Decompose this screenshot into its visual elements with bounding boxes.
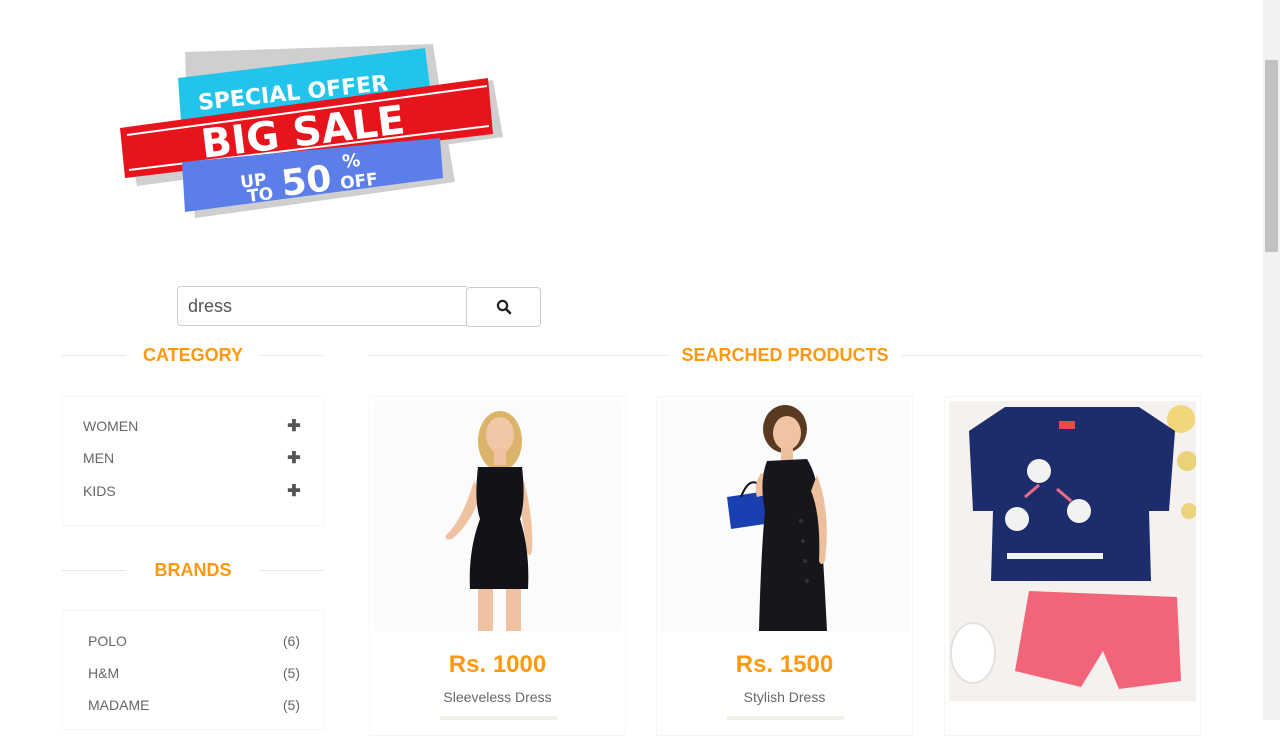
search-icon — [496, 299, 511, 315]
category-title: CATEGORY — [142, 345, 243, 365]
banner-percent-sign: % — [341, 150, 361, 173]
products-title-line-right — [902, 355, 1202, 356]
plus-icon[interactable]: ✚ — [287, 416, 301, 436]
category-title-line-left — [62, 355, 126, 356]
products-title-line-left — [369, 355, 669, 356]
product-card[interactable]: Rs. 1000 Sleeveless Dress — [369, 396, 626, 736]
product-image-sleeveless-dress[interactable] — [374, 401, 621, 631]
banner-to: TO — [246, 184, 274, 207]
add-to-cart-button[interactable] — [727, 716, 844, 720]
brands-title-line-right — [259, 570, 323, 571]
banner-percent-value: 50 — [279, 158, 334, 205]
product-card[interactable]: Rs. 1500 Stylish Dress — [656, 396, 913, 736]
sale-banner-graphic: SPECIAL OFFER BIG SALE UP TO 50 % OFF — [120, 44, 503, 218]
product-price: Rs. 1000 — [448, 651, 547, 678]
products-title: SEARCHED PRODUCTS — [681, 345, 889, 365]
category-item-kids[interactable]: KIDS ✚ — [83, 481, 301, 501]
search-input[interactable] — [177, 286, 467, 326]
brands-panel: POLO (6) H&M (5) MADAME (5) — [62, 610, 324, 730]
brands-title: BRANDS — [154, 560, 232, 580]
product-price: Rs. 1500 — [735, 651, 834, 678]
product-image-stylish-dress[interactable] — [661, 401, 910, 631]
product-name[interactable]: Sleeveless Dress — [370, 689, 625, 705]
category-item-men[interactable]: MEN ✚ — [83, 448, 301, 468]
plus-icon[interactable]: ✚ — [287, 448, 301, 468]
brands-title-line-left — [62, 570, 126, 571]
brand-label: H&M — [88, 665, 120, 681]
brand-item-madame[interactable]: MADAME (5) — [88, 695, 300, 715]
category-item-women[interactable]: WOMEN ✚ — [83, 416, 301, 436]
category-title-line-right — [259, 355, 323, 356]
product-name[interactable]: Stylish Dress — [657, 689, 912, 705]
product-image-kids-outfit[interactable] — [949, 401, 1196, 701]
brand-count: (5) — [282, 697, 300, 713]
category-item-label: WOMEN — [83, 418, 139, 434]
brand-item-hm[interactable]: H&M (5) — [88, 663, 300, 683]
brand-count: (5) — [282, 665, 300, 681]
brand-item-polo[interactable]: POLO (6) — [88, 631, 300, 651]
add-to-cart-button[interactable] — [440, 716, 557, 720]
brand-label: MADAME — [88, 697, 150, 713]
sale-banner: SPECIAL OFFER BIG SALE UP TO 50 % OFF — [115, 42, 510, 227]
scrollbar-thumb[interactable] — [1265, 60, 1278, 252]
product-card[interactable] — [944, 396, 1201, 736]
category-item-label: MEN — [83, 450, 115, 466]
category-item-label: KIDS — [83, 483, 116, 499]
category-panel: WOMEN ✚ MEN ✚ KIDS ✚ — [62, 396, 324, 526]
plus-icon[interactable]: ✚ — [287, 481, 301, 501]
brand-label: POLO — [88, 633, 127, 649]
brand-count: (6) — [282, 633, 300, 649]
search-button[interactable] — [466, 287, 541, 327]
